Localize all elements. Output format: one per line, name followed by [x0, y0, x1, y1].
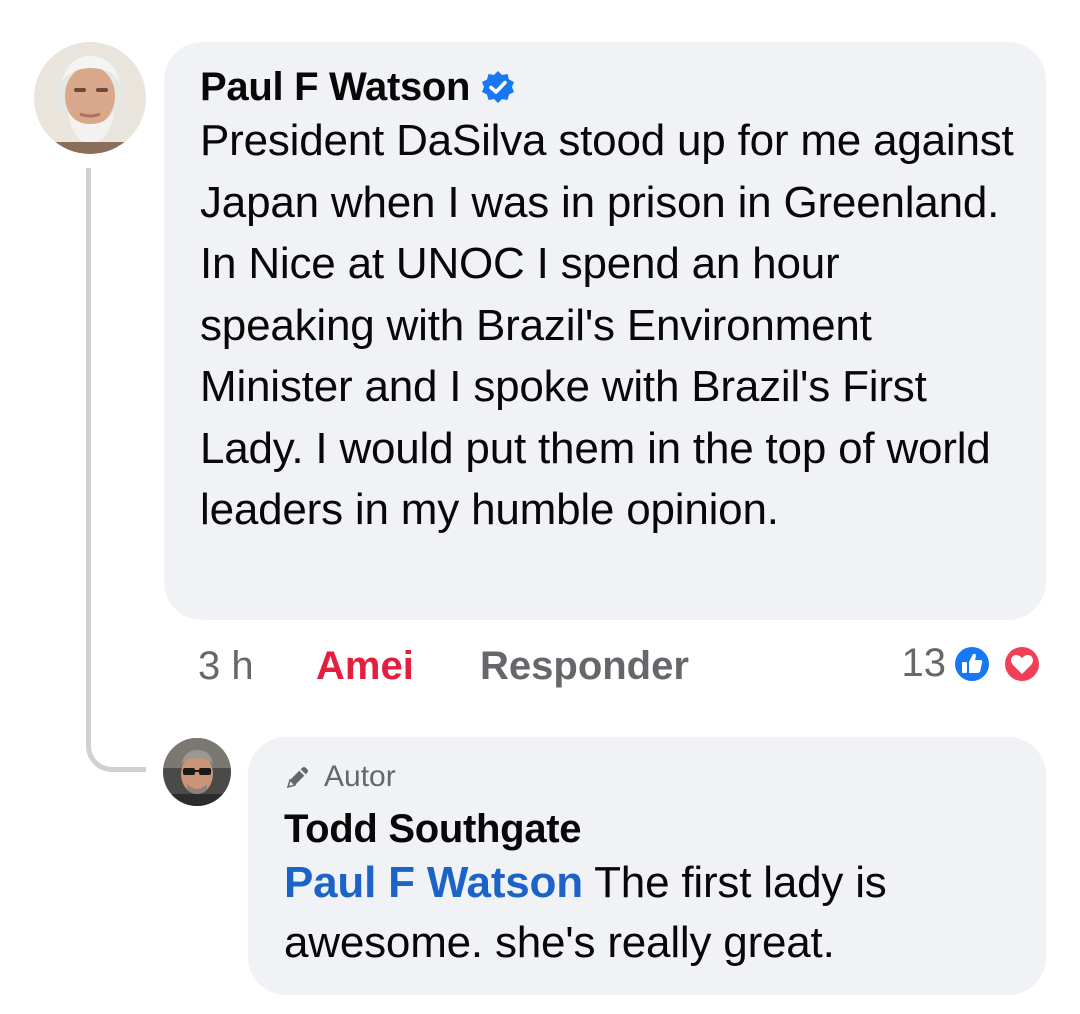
verified-badge-icon [480, 69, 516, 105]
pencil-icon [284, 763, 312, 791]
reaction-count[interactable]: 13 [902, 638, 947, 688]
reaction-summary[interactable] [950, 642, 1046, 686]
reply-button[interactable]: Responder [480, 638, 689, 694]
author-badge-label: Autor [324, 760, 396, 793]
reply-author-name[interactable]: Todd Southgate [284, 805, 1016, 853]
comment-thread: Paul F Watson President DaSilva stood up… [0, 0, 1080, 1014]
love-reaction-button[interactable]: Amei [316, 638, 414, 694]
comment-timestamp[interactable]: 3 h [198, 638, 254, 694]
comment-bubble: Paul F Watson President DaSilva stood up… [164, 42, 1046, 620]
comment-body-text: President DaSilva stood up for me agains… [200, 116, 1014, 534]
comment-header: Paul F Watson [200, 64, 1016, 110]
like-icon [952, 644, 992, 684]
author-badge: Autor [284, 759, 1016, 795]
reply-bubble: Autor Todd Southgate Paul F Watson The f… [248, 737, 1046, 995]
mention-link[interactable]: Paul F Watson [284, 858, 583, 907]
avatar-paul-f-watson[interactable] [34, 42, 146, 154]
thread-connector-line [86, 168, 146, 772]
comment-actions-row: 3 h Amei Responder 13 [198, 638, 1046, 694]
avatar-todd-southgate[interactable] [163, 738, 231, 806]
reply-body-text: Paul F Watson The first lady is awesome.… [284, 853, 1016, 973]
love-icon [1002, 644, 1042, 684]
comment-author-name[interactable]: Paul F Watson [200, 64, 470, 110]
